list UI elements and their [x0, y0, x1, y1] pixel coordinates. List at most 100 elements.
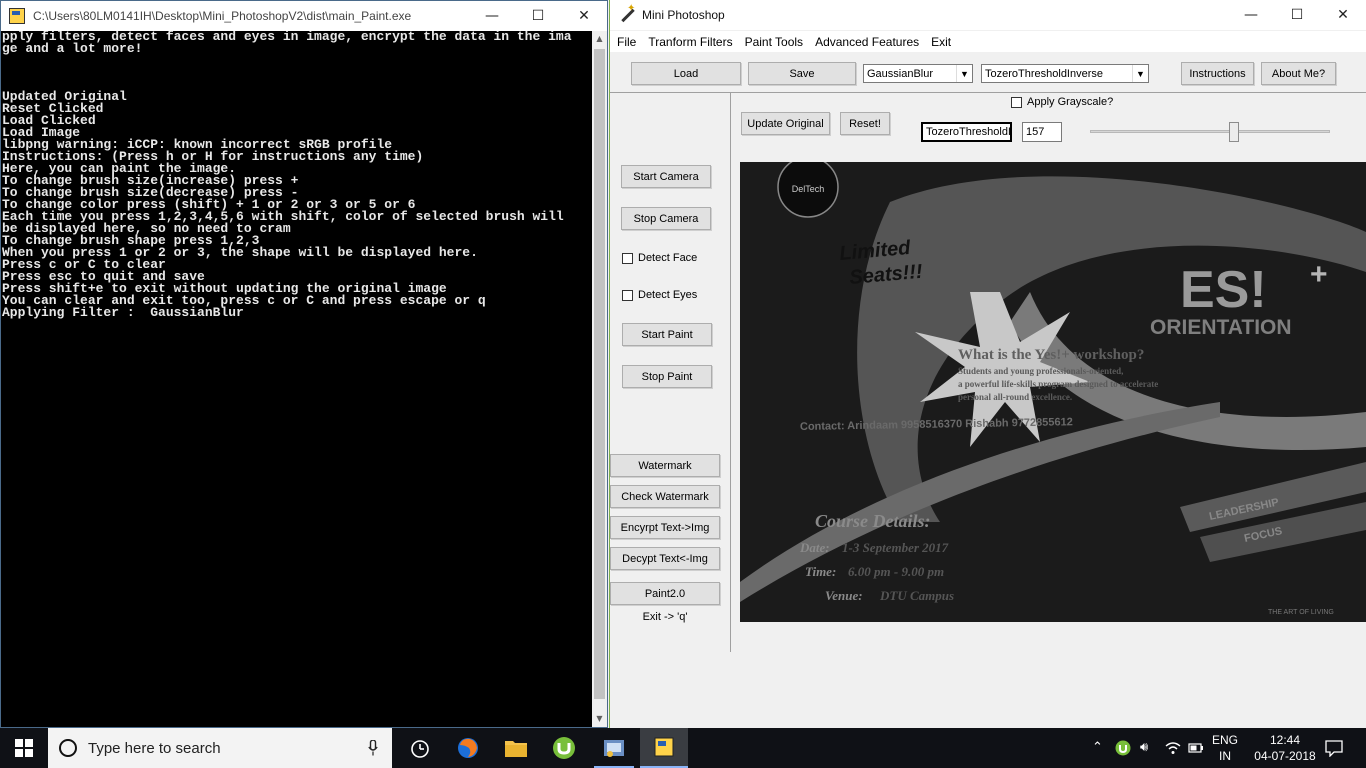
- taskbar-control-panel[interactable]: [590, 728, 638, 768]
- load-button[interactable]: Load: [631, 62, 741, 85]
- poster-yes-plus: +: [1310, 258, 1328, 291]
- poster-desc3: personal all-round excellence.: [958, 392, 1072, 402]
- close-button[interactable]: ✕: [561, 1, 607, 31]
- wifi-icon[interactable]: [1165, 740, 1181, 760]
- menu-exit[interactable]: Exit: [925, 35, 957, 49]
- console-output[interactable]: pply filters, detect faces and eyes in i…: [1, 31, 593, 727]
- console-line: Load Clicked: [2, 113, 96, 128]
- console-text: pply filters, detect faces and eyes in i…: [2, 31, 593, 319]
- poster-time-label: Time:: [805, 564, 836, 579]
- about-button[interactable]: About Me?: [1261, 62, 1336, 85]
- firefox-icon: [458, 738, 478, 758]
- decrypt-button[interactable]: Decypt Text<-Img: [610, 547, 720, 570]
- microphone-icon[interactable]: [368, 740, 378, 756]
- taskbar-python-app[interactable]: [640, 728, 688, 768]
- watermark-button[interactable]: Watermark: [610, 454, 720, 477]
- language-region: IN: [1219, 749, 1231, 763]
- filter-select-value: GaussianBlur: [867, 67, 934, 80]
- minimize-button[interactable]: —: [1228, 0, 1274, 30]
- taskbar-utorrent[interactable]: [540, 728, 588, 768]
- save-button[interactable]: Save: [748, 62, 856, 85]
- stop-camera-button[interactable]: Stop Camera: [621, 207, 711, 230]
- cortana-icon: [59, 739, 77, 757]
- detect-eyes-checkbox-box[interactable]: [622, 289, 633, 301]
- ps-titlebar[interactable]: Mini Photoshop — ☐ ✕: [610, 0, 1366, 30]
- scroll-up-icon[interactable]: ▲: [592, 31, 607, 47]
- tray-utorrent-icon[interactable]: [1115, 740, 1131, 760]
- threshold-slider[interactable]: [1090, 130, 1330, 133]
- taskbar: Type here to search ⌃ 🔊︎ ENG IN 12:44 04…: [0, 728, 1366, 768]
- language-indicator[interactable]: ENG IN: [1208, 732, 1242, 764]
- stop-paint-button[interactable]: Stop Paint: [622, 365, 712, 388]
- scroll-down-icon[interactable]: ▼: [592, 711, 607, 727]
- minimize-button[interactable]: —: [469, 1, 515, 31]
- close-button[interactable]: ✕: [1320, 0, 1366, 30]
- update-original-button[interactable]: Update Original: [741, 112, 830, 135]
- utorrent-icon: [553, 737, 575, 759]
- battery-icon[interactable]: [1188, 740, 1204, 760]
- taskbar-file-explorer[interactable]: [492, 728, 540, 768]
- console-line: Applying Filter : GaussianBlur: [2, 305, 244, 320]
- maximize-button[interactable]: ☐: [515, 1, 561, 31]
- grayscale-checkbox-box[interactable]: [1011, 96, 1022, 108]
- poster-date-label: Date:: [799, 540, 830, 555]
- poster-orientation: ORIENTATION: [1150, 316, 1292, 339]
- encrypt-button[interactable]: Encyrpt Text->Img: [610, 516, 720, 539]
- scroll-thumb[interactable]: [594, 49, 605, 699]
- poster-art-of-living: THE ART OF LIVING: [1268, 609, 1334, 616]
- poster-yes-text: ES!: [1180, 261, 1267, 319]
- poster-venue-label: Venue:: [825, 588, 863, 603]
- volume-icon[interactable]: 🔊︎: [1140, 740, 1148, 755]
- magic-wand-icon: [618, 3, 636, 24]
- poster-course: Course Details:: [815, 511, 931, 531]
- folder-icon: [505, 741, 527, 757]
- threshold-value-field[interactable]: 157: [1022, 122, 1062, 142]
- start-camera-button[interactable]: Start Camera: [621, 165, 711, 188]
- toolbar-divider: [610, 92, 1366, 93]
- console-window-controls: — ☐ ✕: [469, 1, 607, 31]
- start-button[interactable]: [0, 728, 48, 768]
- menu-transform-filters[interactable]: Tranform Filters: [642, 35, 738, 49]
- grayscale-checkbox[interactable]: Apply Grayscale?: [1011, 96, 1113, 108]
- instructions-button[interactable]: Instructions: [1181, 62, 1254, 85]
- detect-face-label: Detect Face: [638, 252, 698, 264]
- console-titlebar[interactable]: C:\Users\80LM0141IH\Desktop\Mini_Photosh…: [1, 1, 607, 31]
- start-paint-button[interactable]: Start Paint: [622, 323, 712, 346]
- clock-date: 04-07-2018: [1254, 749, 1316, 763]
- alarm-clock-icon: [411, 740, 429, 758]
- tray-chevron-up-icon[interactable]: ⌃: [1092, 740, 1103, 755]
- menu-advanced-features[interactable]: Advanced Features: [809, 35, 925, 49]
- menu-paint-tools[interactable]: Paint Tools: [739, 35, 809, 49]
- taskbar-clock-app[interactable]: [396, 728, 444, 768]
- chevron-down-icon[interactable]: ▼: [956, 65, 972, 82]
- ps-window-controls: — ☐ ✕: [1228, 0, 1366, 30]
- detect-face-checkbox[interactable]: Detect Face: [622, 252, 697, 264]
- image-preview[interactable]: DelTech Limited Seats!!! ES! + ORIENTATI…: [740, 162, 1366, 622]
- console-scrollbar[interactable]: ▲ ▼: [592, 31, 607, 727]
- threshold-select-value: TozeroThresholdInverse: [985, 67, 1104, 80]
- chevron-down-icon[interactable]: ▼: [1132, 65, 1148, 82]
- detect-eyes-checkbox[interactable]: Detect Eyes: [622, 289, 697, 301]
- threshold-select[interactable]: TozeroThresholdInverse ▼: [981, 64, 1149, 83]
- check-watermark-button[interactable]: Check Watermark: [610, 485, 720, 508]
- search-placeholder: Type here to search: [88, 739, 221, 757]
- reset-button[interactable]: Reset!: [840, 112, 890, 135]
- paint2-button[interactable]: Paint2.0: [610, 582, 720, 605]
- poster-date-value: 1-3 September 2017: [842, 540, 949, 555]
- threshold-field[interactable]: TozeroThresholdInverse: [921, 122, 1012, 142]
- clock[interactable]: 12:44 04-07-2018: [1250, 732, 1320, 764]
- taskbar-firefox[interactable]: [444, 728, 492, 768]
- language-code: ENG: [1211, 733, 1238, 747]
- filter-select[interactable]: GaussianBlur ▼: [863, 64, 973, 83]
- python-app-icon: [654, 737, 674, 757]
- menu-file[interactable]: File: [610, 35, 642, 49]
- poster-desc1: Students and young professionals-oriente…: [958, 366, 1123, 376]
- console-window: C:\Users\80LM0141IH\Desktop\Mini_Photosh…: [0, 0, 608, 728]
- maximize-button[interactable]: ☐: [1274, 0, 1320, 30]
- detect-face-checkbox-box[interactable]: [622, 252, 633, 264]
- grayscale-label: Apply Grayscale?: [1027, 96, 1114, 108]
- search-box[interactable]: Type here to search: [48, 728, 392, 768]
- notifications-icon[interactable]: [1325, 739, 1343, 761]
- threshold-slider-thumb[interactable]: [1229, 122, 1239, 142]
